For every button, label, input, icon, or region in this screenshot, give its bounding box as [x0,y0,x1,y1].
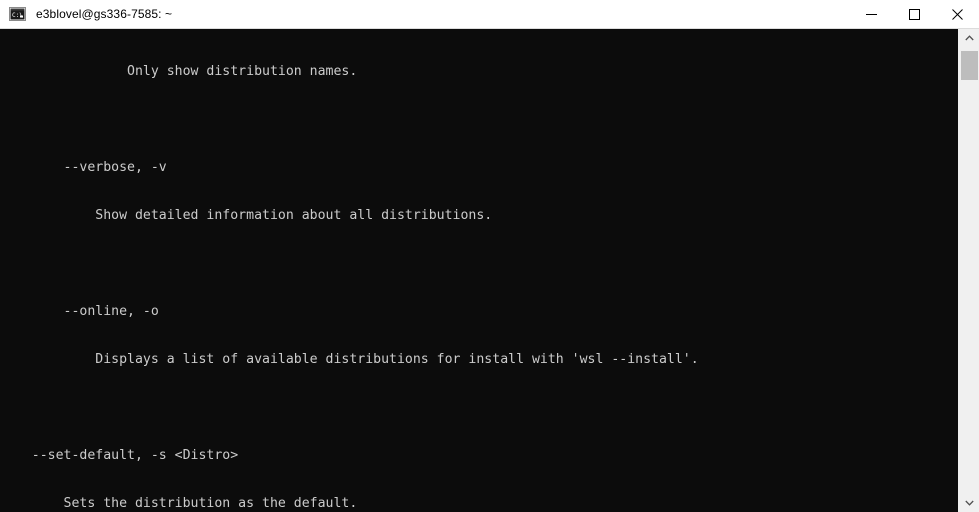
output-line: Sets the distribution as the default. [0,496,358,511]
scroll-up-button[interactable] [958,29,979,47]
scroll-down-button[interactable] [958,494,979,512]
maximize-button[interactable] [893,0,936,29]
scrollbar-track[interactable] [959,47,979,494]
output-line: Only show distribution names. [0,64,358,79]
terminal-output: Only show distribution names. --verbose,… [0,32,699,512]
title-bar[interactable]: C:\ e3blovel@gs336-7585: ~ [0,0,979,29]
terminal-screen[interactable]: Only show distribution names. --verbose,… [0,29,958,512]
output-line: --set-default, -s <Distro> [0,448,239,463]
terminal-window: C:\ e3blovel@gs336-7585: ~ Only show dis… [0,0,979,512]
close-button[interactable] [936,0,979,29]
scrollbar-thumb[interactable] [961,51,978,80]
vertical-scrollbar[interactable] [958,29,979,512]
output-line: Show detailed information about all dist… [0,208,493,223]
output-line: Displays a list of available distributio… [0,352,699,367]
window-title: e3blovel@gs336-7585: ~ [36,6,173,21]
terminal-area: Only show distribution names. --verbose,… [0,29,979,512]
window-controls [850,0,979,29]
console-icon: C:\ [9,6,26,23]
minimize-button[interactable] [850,0,893,29]
title-bar-left: C:\ e3blovel@gs336-7585: ~ [0,0,850,28]
output-line: --verbose, -v [0,160,167,175]
output-line: --online, -o [0,304,159,319]
